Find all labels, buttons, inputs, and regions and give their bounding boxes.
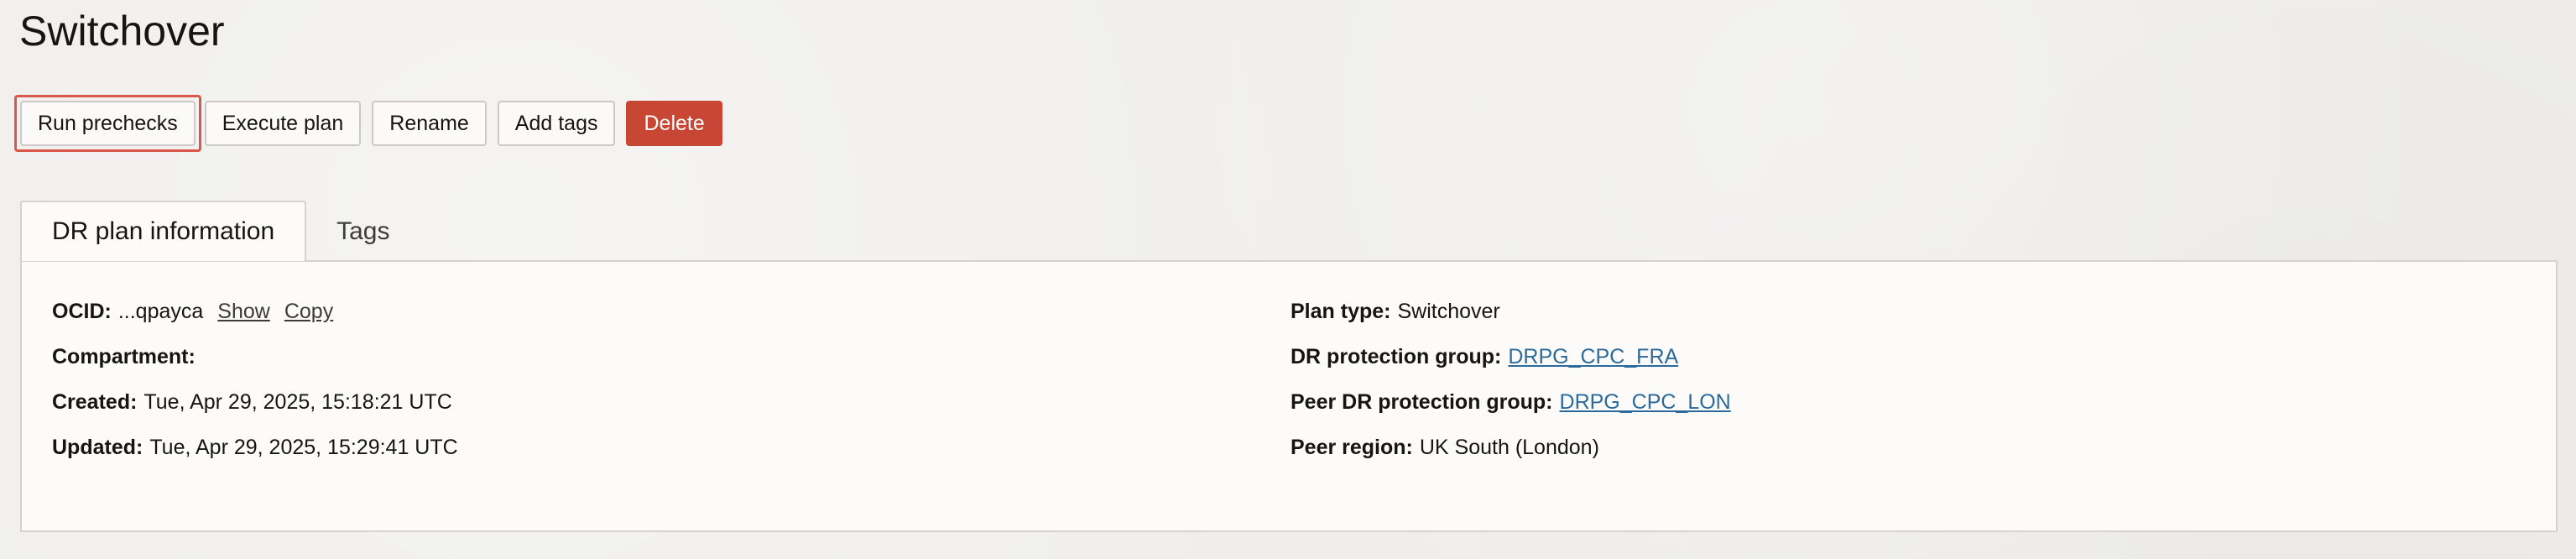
run-prechecks-button[interactable]: Run prechecks [20,101,196,146]
updated-label: Updated: [52,436,143,459]
tab-bar: DR plan information Tags [20,201,420,261]
peer-dr-protection-group-row: Peer DR protection group: DRPG_CPC_LON [1291,389,1731,415]
peer-region-row: Peer region: UK South (London) [1291,435,1731,460]
compartment-label: Compartment: [52,345,196,368]
tab-dr-plan-information[interactable]: DR plan information [20,201,307,261]
peer-dr-protection-group-link[interactable]: DRPG_CPC_LON [1560,389,1731,415]
ocid-row: OCID: ...qpayca Show Copy [52,299,458,324]
updated-row: Updated: Tue, Apr 29, 2025, 15:29:41 UTC [52,435,458,460]
details-left-column: OCID: ...qpayca Show Copy Compartment: C… [52,299,458,480]
created-value: Tue, Apr 29, 2025, 15:18:21 UTC [143,390,452,414]
dr-protection-group-link[interactable]: DRPG_CPC_FRA [1508,344,1678,369]
peer-region-value: UK South (London) [1419,436,1599,459]
created-label: Created: [52,390,138,414]
compartment-row: Compartment: [52,344,458,369]
add-tags-button[interactable]: Add tags [497,101,616,146]
execute-plan-button[interactable]: Execute plan [204,101,362,146]
details-right-column: Plan type: Switchover DR protection grou… [1291,299,1731,480]
peer-region-label: Peer region: [1291,436,1413,459]
tab-tags[interactable]: Tags [306,202,420,261]
plan-type-label: Plan type: [1291,300,1391,323]
peer-dr-protection-group-label: Peer DR protection group: [1291,390,1553,414]
highlight-box: Run prechecks [14,95,201,152]
ocid-value: ...qpayca [117,300,204,323]
ocid-show-link[interactable]: Show [217,299,270,324]
plan-type-row: Plan type: Switchover [1291,299,1731,324]
dr-protection-group-row: DR protection group: DRPG_CPC_FRA [1291,344,1731,369]
ocid-copy-link[interactable]: Copy [284,299,333,324]
dr-plan-information-panel: OCID: ...qpayca Show Copy Compartment: C… [20,260,2558,532]
rename-button[interactable]: Rename [372,101,487,146]
created-row: Created: Tue, Apr 29, 2025, 15:18:21 UTC [52,389,458,415]
page-title: Switchover [19,8,225,55]
delete-button[interactable]: Delete [626,101,722,146]
ocid-label: OCID: [52,300,112,323]
action-toolbar: Run prechecks Execute plan Rename Add ta… [14,92,733,154]
dr-protection-group-label: DR protection group: [1291,345,1502,368]
updated-value: Tue, Apr 29, 2025, 15:29:41 UTC [149,436,458,459]
plan-type-value: Switchover [1397,300,1500,323]
